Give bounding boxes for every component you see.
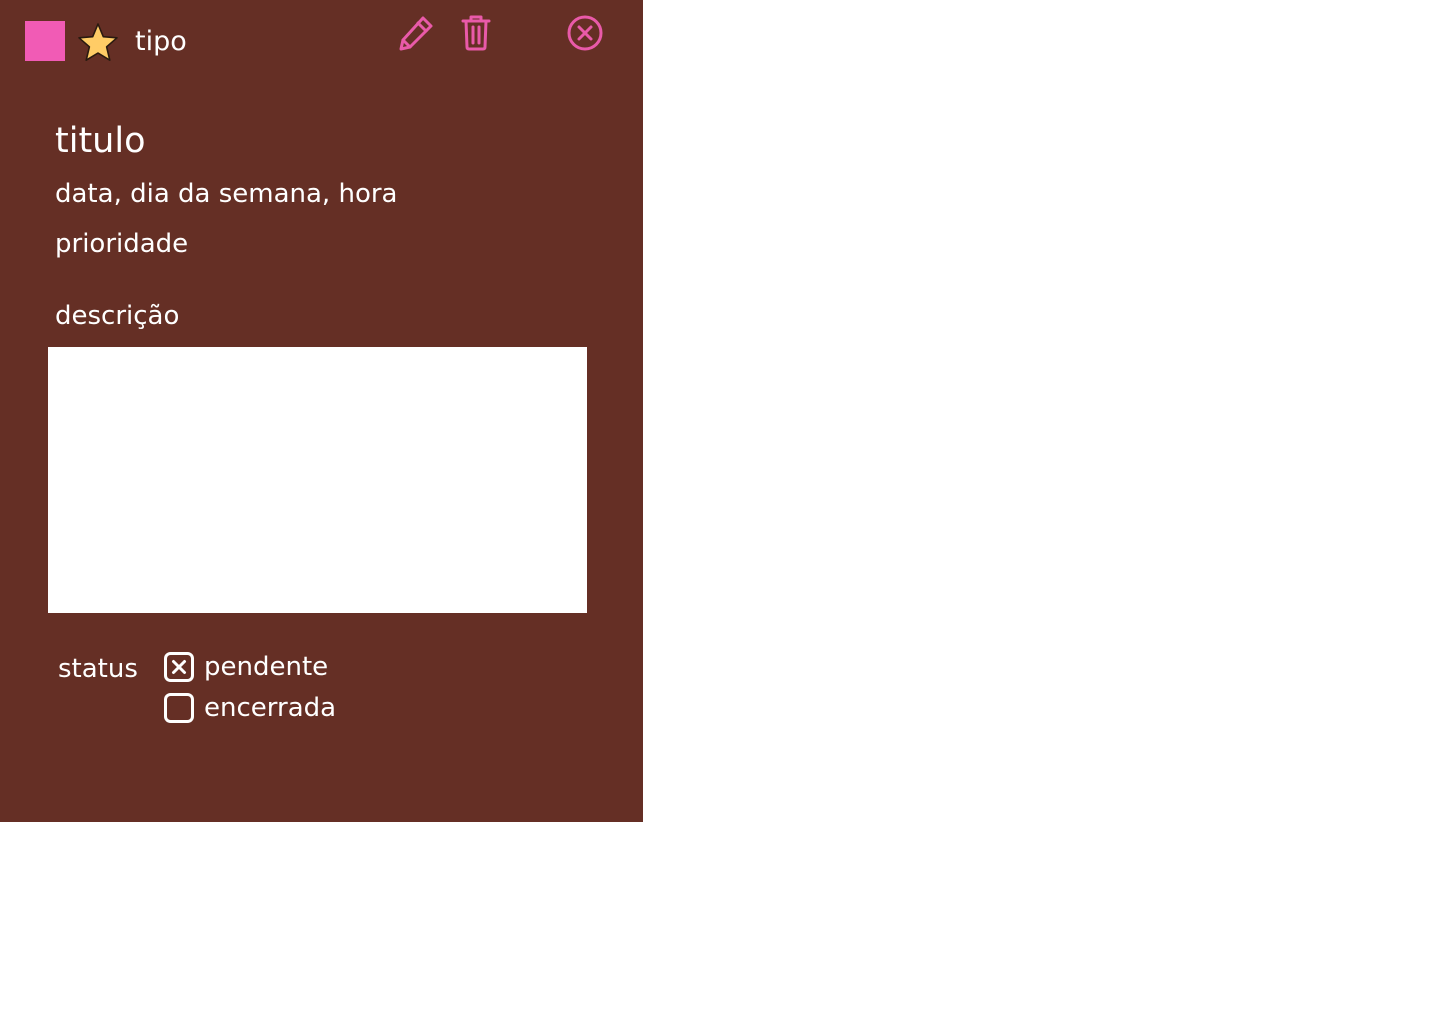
task-datetime: data, dia da semana, hora [55, 179, 398, 209]
task-title: titulo [55, 121, 146, 161]
status-option-pendente[interactable]: pendente [164, 650, 328, 684]
task-type-label: tipo [135, 26, 187, 57]
status-label: status [58, 654, 138, 684]
task-priority: prioridade [55, 229, 189, 259]
star-icon[interactable] [76, 21, 120, 65]
checkbox-checked-icon[interactable] [164, 652, 194, 682]
task-color-swatch [25, 21, 65, 61]
status-option-encerrada[interactable]: encerrada [164, 691, 336, 725]
edit-button[interactable] [397, 14, 435, 52]
trash-icon [461, 15, 491, 51]
description-label: descrição [55, 301, 180, 331]
checkbox-empty-icon[interactable] [164, 693, 194, 723]
close-button[interactable] [566, 14, 604, 52]
description-box[interactable] [48, 347, 587, 613]
status-option-label: encerrada [204, 693, 337, 723]
pencil-icon [399, 16, 433, 51]
task-detail-panel: tipo titulo data, dia da semana, hora pr… [0, 0, 643, 822]
close-circle-icon [567, 15, 603, 51]
delete-button[interactable] [460, 14, 492, 52]
status-option-label: pendente [204, 652, 329, 682]
